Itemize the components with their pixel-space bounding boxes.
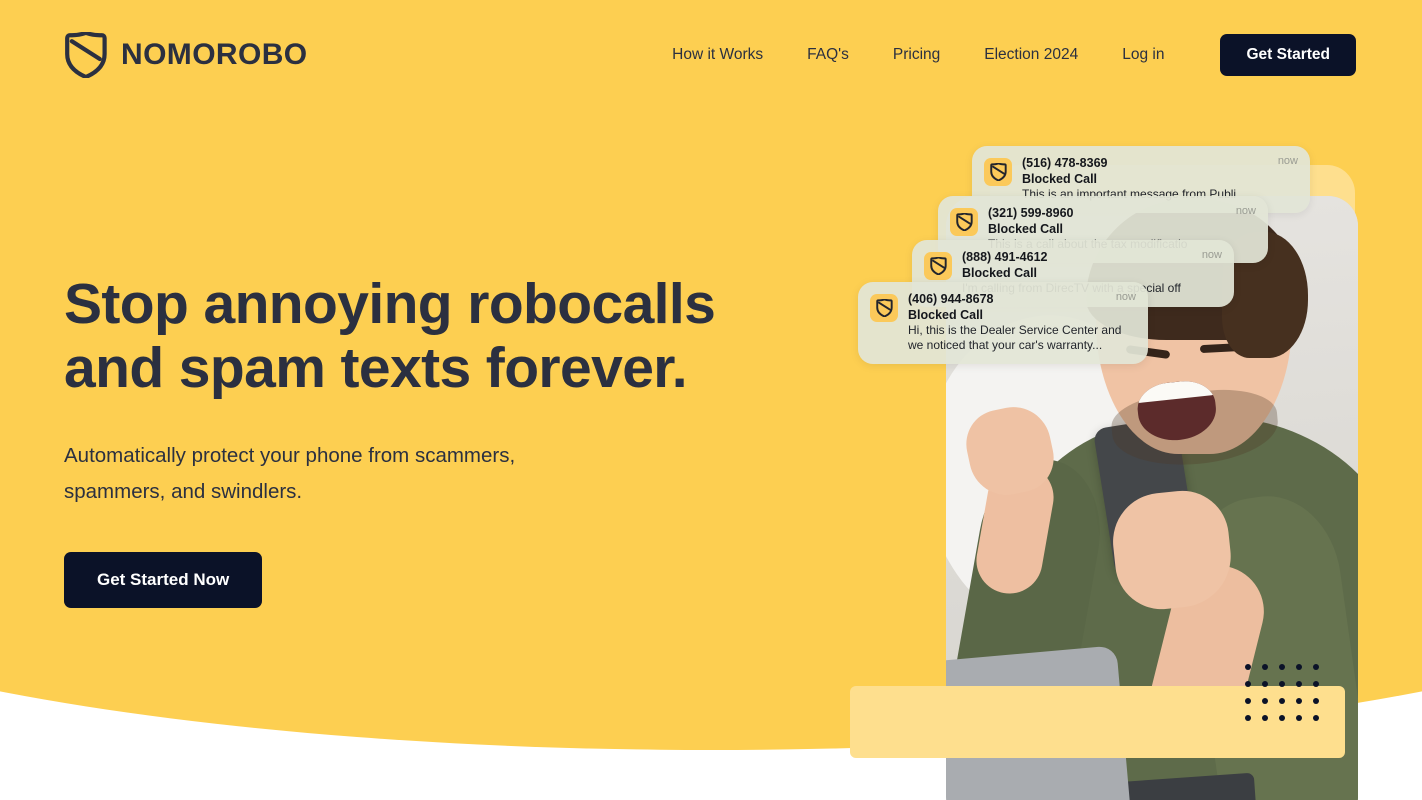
dot — [1262, 681, 1268, 687]
dot — [1296, 664, 1302, 670]
status-badge: Blocked Call — [962, 266, 1038, 280]
dot — [1313, 681, 1319, 687]
nav-link-election-2024[interactable]: Election 2024 — [962, 34, 1100, 76]
shield-slash-icon — [64, 32, 108, 78]
shield-slash-icon — [984, 158, 1012, 186]
dot — [1245, 698, 1251, 704]
brand-name: NOMOROBO — [121, 38, 308, 71]
dot — [1296, 698, 1302, 704]
headline-line-2: and spam texts forever. — [64, 336, 688, 400]
get-started-button[interactable]: Get Started — [1220, 34, 1356, 76]
timestamp: now — [1201, 249, 1222, 261]
timestamp: now — [1277, 155, 1298, 167]
primary-navigation: How it Works FAQ's Pricing Election 2024… — [650, 34, 1356, 76]
status-badge: Blocked Call — [908, 308, 984, 322]
dot — [1296, 715, 1302, 721]
dot-grid-decoration — [1245, 664, 1330, 732]
page-title: Stop annoying robocalls and spam texts f… — [64, 272, 724, 400]
landing-page: NOMOROBO How it Works FAQ's Pricing Elec… — [0, 0, 1422, 800]
nav-link-how-it-works[interactable]: How it Works — [650, 34, 785, 76]
dot — [1313, 715, 1319, 721]
status-badge: Blocked Call — [988, 222, 1064, 236]
caller-number: (406) 944-8678 — [908, 292, 994, 306]
dot — [1245, 715, 1251, 721]
dot — [1313, 664, 1319, 670]
dot — [1245, 681, 1251, 687]
status-badge: Blocked Call — [1022, 172, 1098, 186]
subhead-line-1: Automatically protect your phone from sc… — [64, 444, 516, 467]
timestamp: now — [1115, 291, 1136, 303]
dot — [1279, 681, 1285, 687]
nav-link-faqs[interactable]: FAQ's — [785, 34, 871, 76]
shield-slash-icon — [950, 208, 978, 236]
nav-link-log-in[interactable]: Log in — [1100, 34, 1186, 76]
dot — [1245, 664, 1251, 670]
hero-visual: (516) 478-8369 Blocked Call This is an i… — [850, 140, 1360, 800]
headline-line-1: Stop annoying robocalls — [64, 272, 716, 336]
subhead-line-2: spammers, and swindlers. — [64, 480, 303, 503]
dot — [1279, 698, 1285, 704]
dot — [1279, 664, 1285, 670]
dot — [1262, 664, 1268, 670]
caller-number: (516) 478-8369 — [1022, 156, 1108, 170]
hero-copy: Stop annoying robocalls and spam texts f… — [64, 272, 724, 608]
hero-subheading: Automatically protect your phone from sc… — [64, 438, 624, 510]
caller-number: (888) 491-4612 — [962, 250, 1048, 264]
dot — [1296, 681, 1302, 687]
message-preview: Hi, this is the Dealer Service Center an… — [908, 323, 1122, 352]
dot — [1262, 715, 1268, 721]
caller-number: (321) 599-8960 — [988, 206, 1074, 220]
blocked-call-notification[interactable]: (406) 944-8678 Blocked Call Hi, this is … — [858, 282, 1148, 364]
dot — [1279, 715, 1285, 721]
shield-slash-icon — [870, 294, 898, 322]
timestamp: now — [1235, 205, 1256, 217]
site-header: NOMOROBO How it Works FAQ's Pricing Elec… — [0, 0, 1422, 110]
brand-logo[interactable]: NOMOROBO — [64, 32, 308, 78]
dot — [1262, 698, 1268, 704]
get-started-now-button[interactable]: Get Started Now — [64, 552, 263, 608]
shield-slash-icon — [924, 252, 952, 280]
nav-link-pricing[interactable]: Pricing — [871, 34, 962, 76]
dot — [1313, 698, 1319, 704]
